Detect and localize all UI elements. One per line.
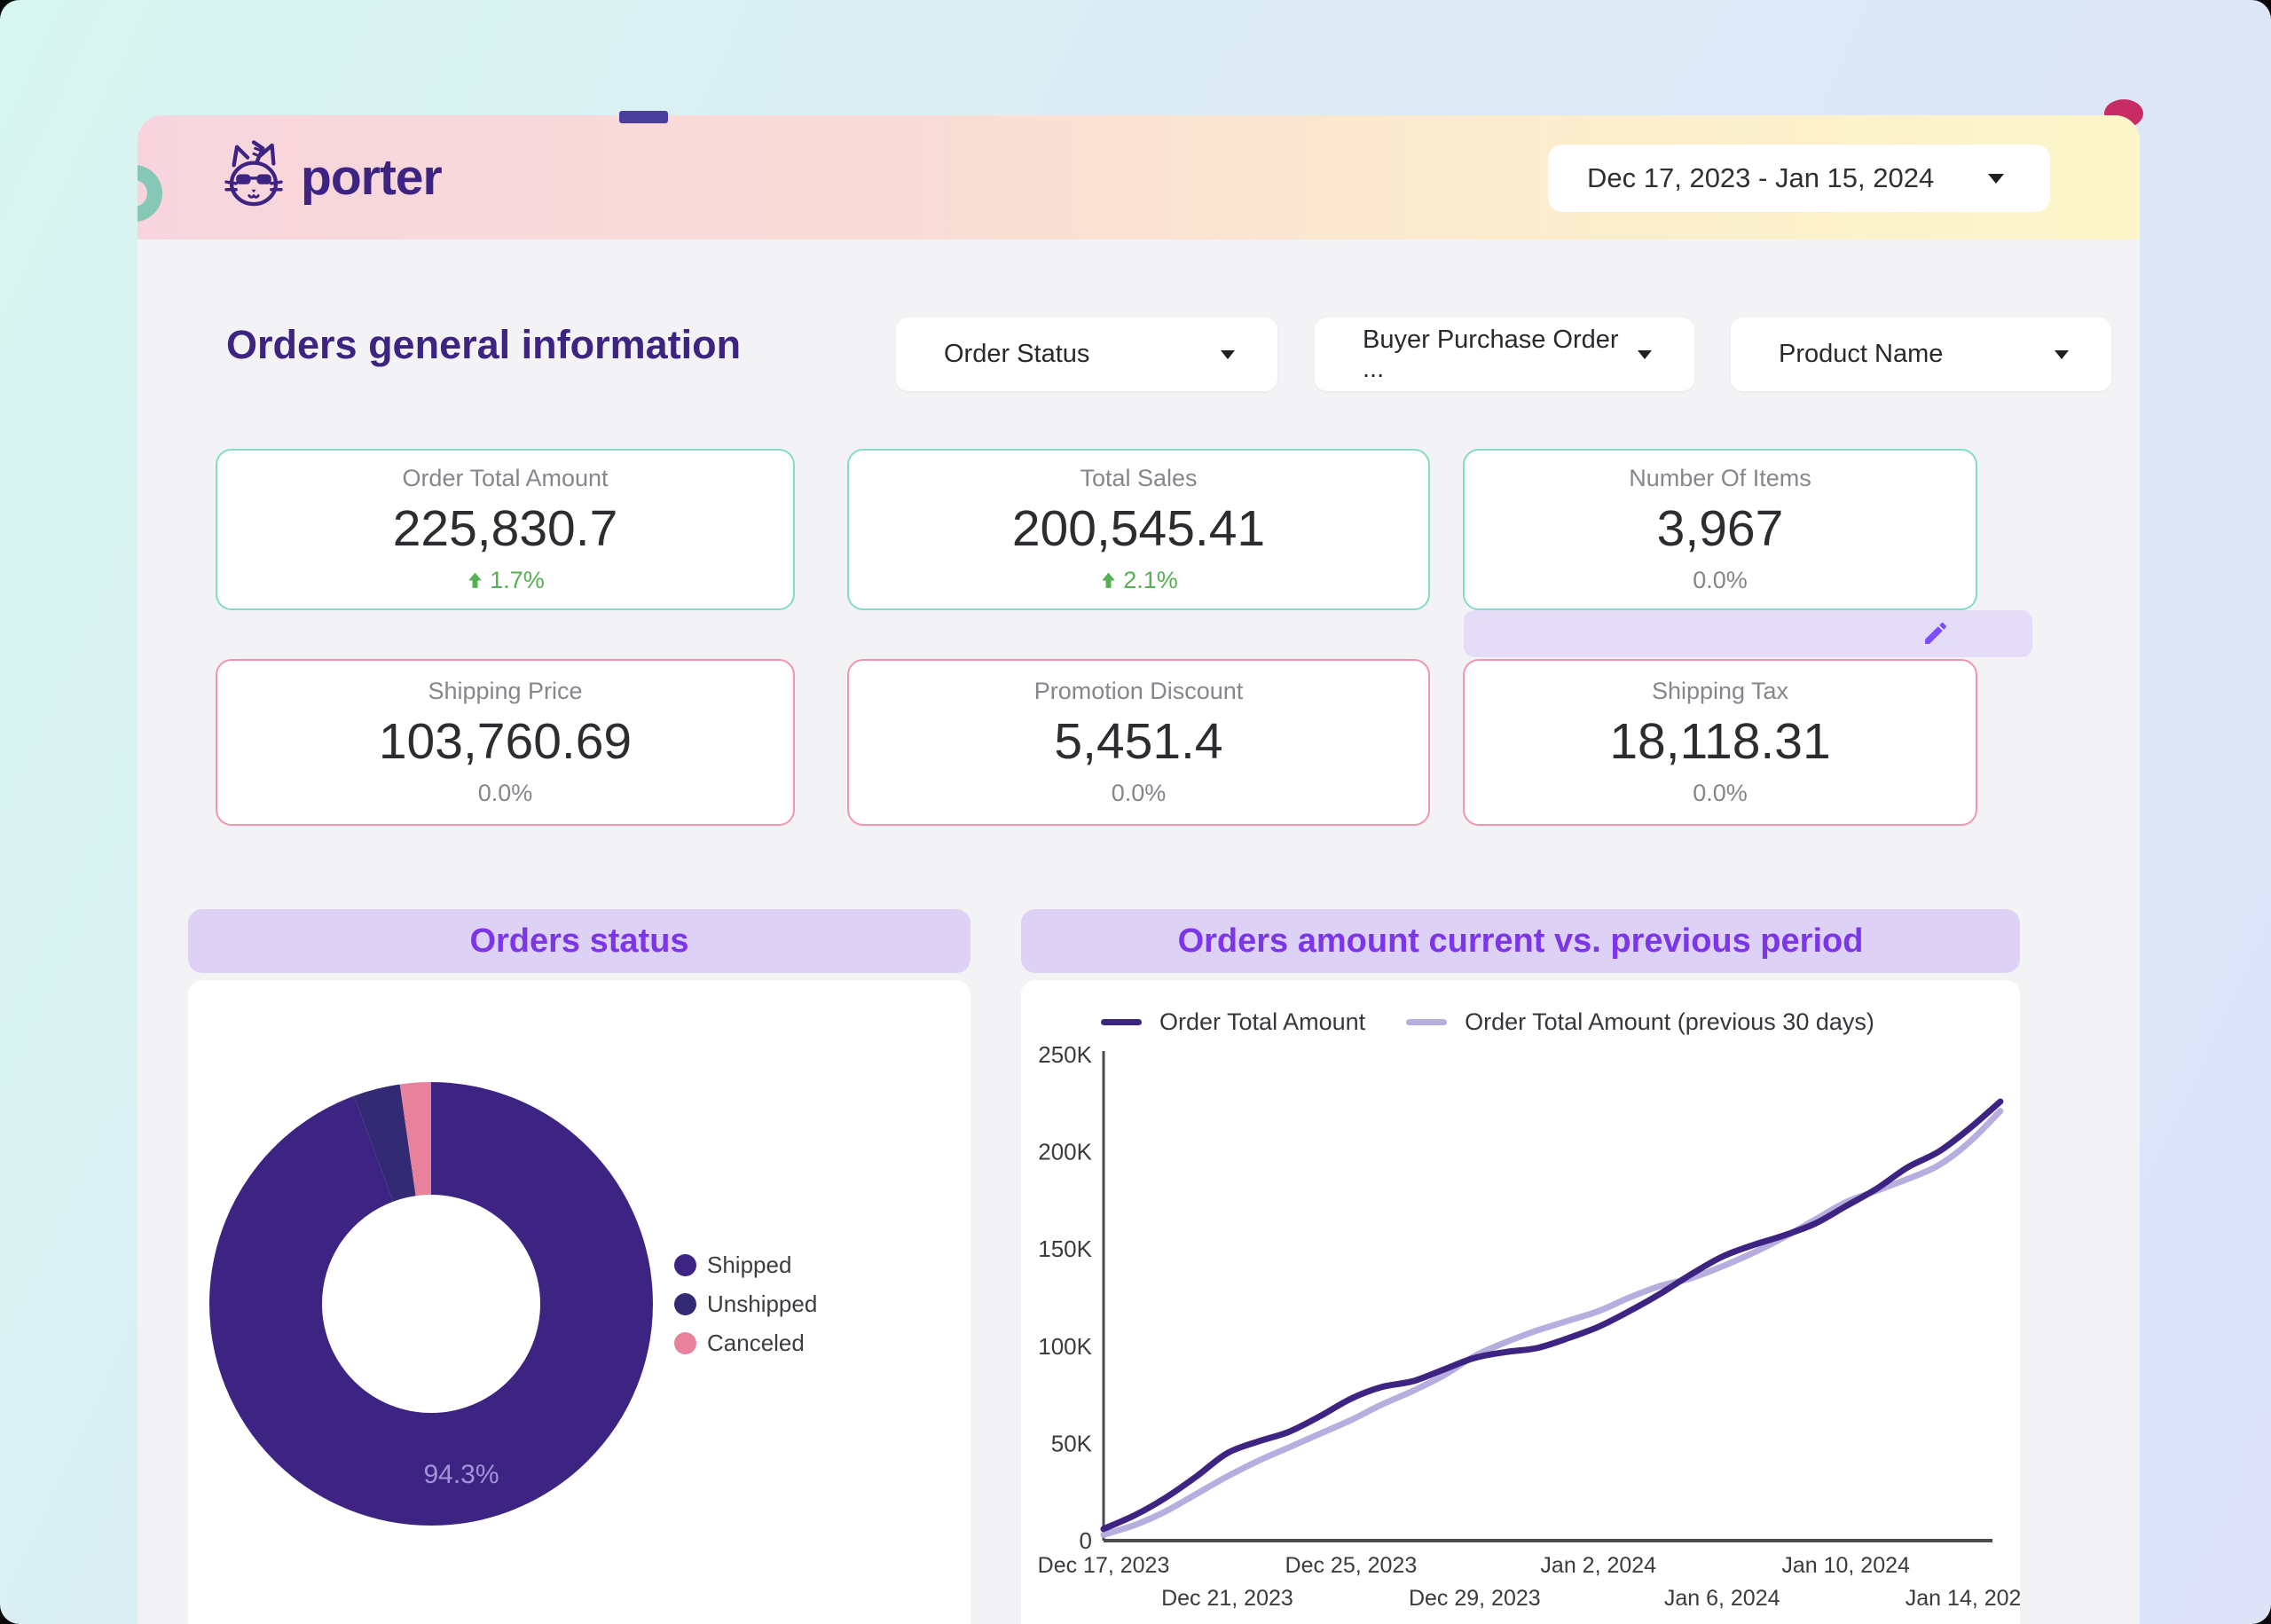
- edit-pencil-icon[interactable]: [1921, 619, 1950, 647]
- svg-text:94.3%: 94.3%: [423, 1460, 499, 1489]
- orders-status-donut-chart[interactable]: 94.3%: [209, 1082, 653, 1526]
- svg-text:Jan 10, 2024: Jan 10, 2024: [1781, 1553, 1910, 1578]
- date-range-picker[interactable]: Dec 17, 2023 - Jan 15, 2024: [1548, 145, 2050, 212]
- filter-order-status[interactable]: Order Status: [896, 318, 1277, 391]
- legend-dot: [674, 1332, 696, 1354]
- kpi-shipping-price: Shipping Price 103,760.69 0.0%: [216, 659, 795, 826]
- kpi-delta: 0.0%: [1693, 567, 1748, 593]
- chevron-down-icon: [1221, 349, 1235, 359]
- up-arrow-icon: [1102, 572, 1116, 588]
- brand-name: porter: [301, 149, 443, 206]
- kpi-label: Shipping Price: [428, 678, 583, 704]
- kpi-delta: 2.1%: [1099, 567, 1178, 594]
- svg-text:Jan 14, 2024: Jan 14, 2024: [1906, 1586, 2020, 1611]
- orders-amount-title: Orders amount current vs. previous perio…: [1177, 922, 1864, 960]
- legend-item-shipped[interactable]: Shipped: [674, 1251, 817, 1279]
- svg-text:250K: 250K: [1038, 1041, 1092, 1068]
- svg-text:Dec 17, 2023: Dec 17, 2023: [1038, 1553, 1170, 1578]
- orders-amount-banner: Orders amount current vs. previous perio…: [1021, 909, 2020, 973]
- kpi-order-total-amount: Order Total Amount 225,830.7 1.7%: [216, 449, 795, 610]
- chevron-down-icon: [1638, 349, 1652, 359]
- kpi-label: Total Sales: [1080, 465, 1198, 491]
- kpi-edit-strip: [1464, 610, 2032, 657]
- up-arrow-icon: [468, 572, 483, 588]
- filter-label: Product Name: [1779, 340, 1944, 368]
- kpi-total-sales: Total Sales 200,545.41 2.1%: [847, 449, 1430, 610]
- orders-status-title: Orders status: [469, 922, 689, 960]
- legend-dot: [674, 1293, 696, 1315]
- kpi-delta: 0.0%: [1111, 780, 1167, 806]
- kpi-label: Number Of Items: [1629, 465, 1811, 491]
- porter-logo: porter: [216, 131, 443, 224]
- donut-legend: Shipped Unshipped Canceled: [674, 1251, 817, 1357]
- svg-text:200K: 200K: [1038, 1139, 1092, 1165]
- kpi-number-of-items: Number Of Items 3,967 0.0%: [1463, 449, 1977, 610]
- orders-amount-line-chart[interactable]: 0 50K 100K 150K 200K 250K Dec 17, 2023 Dec 25, …: [1021, 980, 2020, 1624]
- filter-label: Order Status: [944, 340, 1090, 368]
- svg-text:50K: 50K: [1051, 1430, 1093, 1456]
- teal-ring-decoration: [138, 165, 162, 222]
- legend-item-canceled[interactable]: Canceled: [674, 1330, 817, 1357]
- kpi-value: 3,967: [1656, 500, 1784, 557]
- dashboard-page: porter Dec 17, 2023 - Jan 15, 2024 Order…: [0, 0, 2271, 1624]
- chevron-down-icon: [1988, 173, 2004, 184]
- chevron-down-icon: [2055, 349, 2069, 359]
- filter-label: Buyer Purchase Order ...: [1363, 325, 1619, 383]
- kpi-delta: 0.0%: [477, 780, 533, 806]
- legend-dot: [674, 1254, 696, 1276]
- kpi-value: 225,830.7: [392, 500, 618, 557]
- svg-text:Jan 6, 2024: Jan 6, 2024: [1664, 1586, 1780, 1611]
- filter-product-name[interactable]: Product Name: [1731, 318, 2111, 391]
- kpi-label: Shipping Tax: [1651, 678, 1789, 704]
- page-title: Orders general information: [226, 322, 742, 367]
- legend-item-unshipped[interactable]: Unshipped: [674, 1291, 817, 1318]
- svg-text:Dec 29, 2023: Dec 29, 2023: [1409, 1586, 1541, 1611]
- orders-amount-panel: Order Total Amount Order Total Amount (p…: [1021, 980, 2020, 1624]
- kpi-label: Promotion Discount: [1033, 678, 1244, 704]
- kpi-value: 18,118.31: [1609, 713, 1831, 770]
- svg-text:Jan 2, 2024: Jan 2, 2024: [1540, 1553, 1656, 1578]
- app-header: porter Dec 17, 2023 - Jan 15, 2024: [138, 115, 2140, 239]
- filter-buyer-purchase-order[interactable]: Buyer Purchase Order ...: [1315, 318, 1694, 391]
- svg-text:150K: 150K: [1038, 1236, 1092, 1262]
- svg-text:Dec 21, 2023: Dec 21, 2023: [1161, 1586, 1293, 1611]
- purple-tab-decoration: [619, 111, 668, 123]
- kpi-value: 103,760.69: [378, 713, 633, 770]
- svg-text:0: 0: [1080, 1527, 1092, 1554]
- kpi-shipping-tax: Shipping Tax 18,118.31 0.0%: [1463, 659, 1977, 826]
- dashboard-card: porter Dec 17, 2023 - Jan 15, 2024 Order…: [138, 115, 2140, 1624]
- svg-text:Dec 25, 2023: Dec 25, 2023: [1285, 1553, 1418, 1578]
- kpi-value: 5,451.4: [1054, 713, 1223, 770]
- kpi-value: 200,545.41: [1011, 500, 1266, 557]
- kpi-delta: 1.7%: [466, 567, 545, 594]
- orders-status-panel: 94.3% Shipped Unshipped Canceled: [188, 980, 970, 1624]
- date-range-value: Dec 17, 2023 - Jan 15, 2024: [1587, 162, 1935, 193]
- orders-status-banner: Orders status: [188, 909, 970, 973]
- cat-unicorn-logo-icon: [224, 140, 283, 207]
- kpi-delta: 0.0%: [1693, 780, 1748, 806]
- svg-text:100K: 100K: [1038, 1333, 1092, 1360]
- kpi-label: Order Total Amount: [402, 465, 609, 491]
- kpi-promotion-discount: Promotion Discount 5,451.4 0.0%: [847, 659, 1430, 826]
